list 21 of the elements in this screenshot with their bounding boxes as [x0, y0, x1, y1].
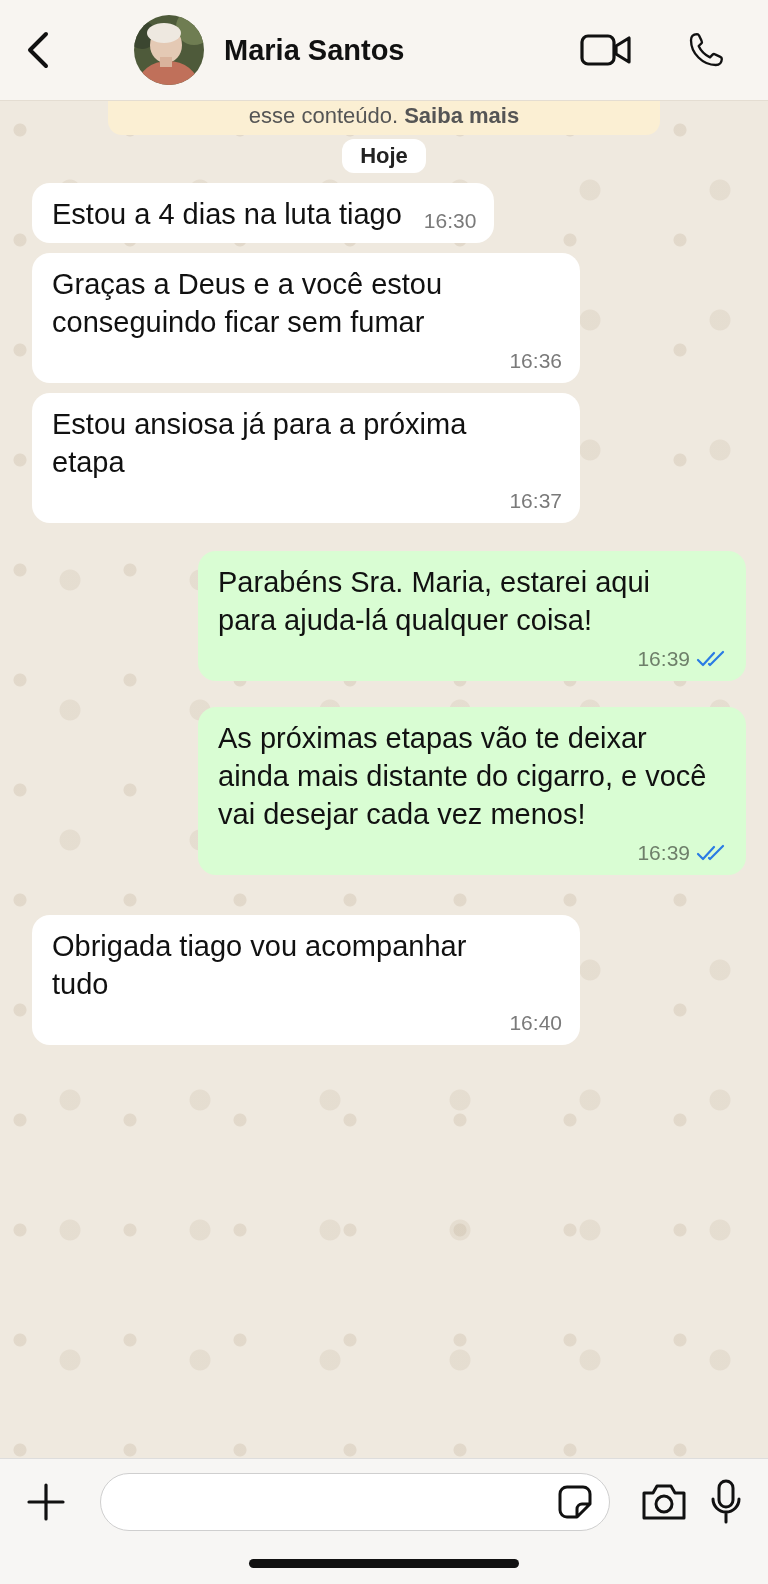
message-time: 16:39	[637, 647, 690, 671]
contact-name[interactable]: Maria Santos	[224, 33, 405, 67]
microphone-icon	[710, 1479, 742, 1525]
camera-icon	[640, 1483, 688, 1521]
sticker-icon[interactable]	[557, 1484, 593, 1520]
message-time: 16:30	[423, 209, 477, 233]
plus-icon	[26, 1482, 66, 1522]
message-text: As próximas etapas vão te deixar ainda mais distante do cigarro, e você vai desejar cada vez menos!	[218, 721, 708, 832]
message-text: Obrigada tiago vou acompanhar tudo	[52, 929, 468, 1002]
message-time: 16:36	[509, 349, 562, 373]
message-time: 16:39	[637, 841, 690, 865]
date-chip: Hoje	[342, 139, 426, 173]
message-time: 16:40	[509, 1011, 562, 1035]
message-text: Parabéns Sra. Maria, estarei aqui para ajuda-lá qualquer coisa!	[218, 565, 651, 638]
message-text: Graças a Deus e a você estou conseguindo ficar sem fumar	[52, 267, 444, 340]
banner-text: esse conteúdo. Saiba mais	[248, 103, 520, 128]
message-text: Estou a 4 dias na luta tiago	[52, 197, 402, 232]
message-time: 16:37	[509, 489, 562, 513]
message-text: Estou ansiosa já para a próxima etapa	[52, 407, 468, 480]
video-camera-icon	[580, 33, 632, 67]
video-call-button[interactable]	[578, 31, 634, 69]
